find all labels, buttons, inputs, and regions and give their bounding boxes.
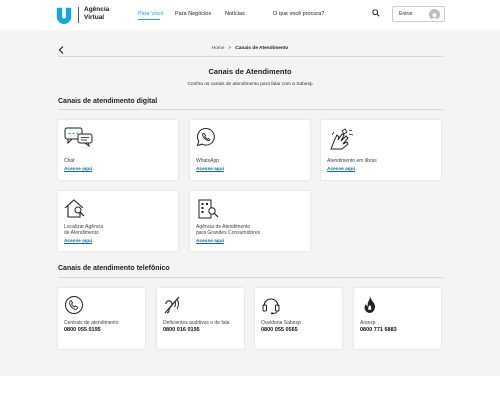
card-grandes-consumidores[interactable]: Agência de Atendimento para Grandes Cons… [190,191,310,251]
card-label-line-2: para Grandes Consumidores [196,230,261,236]
card-label: Localizar Agência de Atendimento [64,224,103,236]
page-title: Canais de Atendimento [208,67,292,76]
phone-number[interactable]: 0800 771 6883 [360,327,397,333]
breadcrumb-separator: > [228,46,232,51]
nav-para-negocios[interactable]: Para Negócios [175,11,211,17]
sabesp-logo-icon[interactable] [55,6,73,24]
card-label: Agência de Atendimento para Grandes Cons… [196,224,260,236]
access-link[interactable]: Acesse aqui [196,167,224,172]
card-label: Atendimento em libras [327,158,377,164]
footer [0,376,500,400]
access-link[interactable]: Acesse aqui [327,167,355,172]
card-chat[interactable]: Chat Acesse aqui [58,120,178,180]
house-search-icon [64,199,85,218]
access-link[interactable]: Acesse aqui [64,167,92,172]
search-icon[interactable] [372,9,380,17]
sign-language-icon [330,128,354,150]
breadcrumb-current: Canais de Atendimento [235,46,289,51]
card-ouvidoria[interactable]: Ouvidoria Sabesp 0800 055 0565 [255,288,342,349]
building-search-icon [198,199,219,219]
digital-section-divider [58,109,443,110]
phone-section-title: Canais de atendimento telefônico [58,265,170,272]
breadcrumb-divider [58,56,443,57]
card-label: Ouvidoria Sabesp [261,320,301,326]
search-input[interactable]: O que você procura? [273,11,324,17]
active-nav-indicator [138,19,160,20]
top-header: Agência Virtual Para Você Para Negócios … [0,0,500,30]
phone-number[interactable]: 0800 016 0195 [163,327,200,333]
avatar [429,9,440,20]
logo-divider [78,7,79,23]
card-label-line-2: de Atendimento [64,230,99,236]
brand-line-1: Agência [84,6,110,13]
card-label: Arsesp [360,320,376,326]
nav-noticias[interactable]: Notícias [225,11,245,17]
brand-name[interactable]: Agência Virtual [84,6,124,21]
card-libras[interactable]: Atendimento em libras Acesse aqui [321,120,441,180]
card-label: Centrais de atendimento [64,320,119,326]
card-label: WhatsApp [196,158,220,164]
breadcrumb: Home > Canais de Atendimento [0,46,500,51]
phone-number[interactable]: 0800 055 0195 [64,327,101,333]
access-link[interactable]: Acesse aqui [196,239,224,244]
whatsapp-icon [196,127,215,147]
user-icon [430,13,439,20]
page-subtitle: Confira os canais de atendimento para fa… [187,82,313,87]
login-label: Entrar [399,11,413,17]
card-arsesp[interactable]: Arsesp 0800 771 6883 [354,288,441,349]
digital-section-title: Canais de atendimento digital [58,98,158,105]
phone-icon [65,296,83,314]
card-label: Deficientes auditivos e de fala [163,320,230,326]
card-whatsapp[interactable]: WhatsApp Acesse aqui [190,120,310,180]
login-button[interactable]: Entrar [392,6,445,22]
chat-icon [64,127,93,147]
phone-section-divider [58,277,443,278]
brand-line-2: Virtual [84,13,105,21]
nav-para-voce[interactable]: Para Você [138,11,163,17]
phone-number[interactable]: 0800 055 0565 [261,327,298,333]
access-link[interactable]: Acesse aqui [64,239,92,244]
headset-icon [262,298,280,315]
card-localizar-agencia[interactable]: Localizar Agência de Atendimento Acesse … [58,191,178,251]
flame-icon [364,296,376,313]
ear-icon [164,296,180,314]
card-deficientes-auditivos[interactable]: Deficientes auditivos e de fala 0800 016… [157,288,244,349]
card-label: Chat [64,158,75,164]
card-centrais-atendimento[interactable]: Centrais de atendimento 0800 055 0195 [58,288,145,349]
breadcrumb-home[interactable]: Home [212,46,225,51]
